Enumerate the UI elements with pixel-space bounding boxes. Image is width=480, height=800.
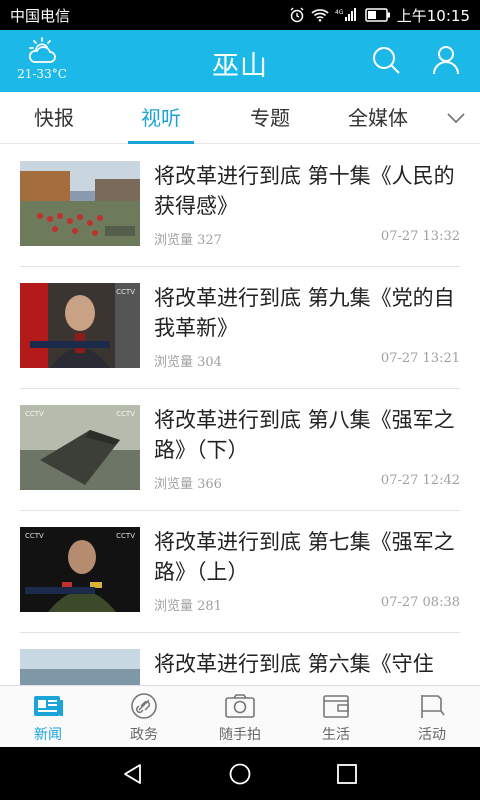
- flag-icon: [421, 695, 445, 718]
- nav-snapshot[interactable]: 随手拍: [192, 686, 288, 748]
- view-count: 浏览量 281: [154, 599, 222, 614]
- carrier-label: 中国电信: [10, 6, 71, 25]
- tab-shiting[interactable]: 视听: [128, 92, 194, 144]
- nav-government[interactable]: 政务: [96, 686, 192, 748]
- news-icon: [34, 696, 63, 716]
- nav-life[interactable]: 生活: [288, 686, 384, 748]
- publish-time: 07-27 13:32: [380, 229, 460, 244]
- search-icon: [373, 47, 400, 74]
- camera-icon: [225, 694, 255, 718]
- nav-label: 活动: [418, 727, 446, 743]
- article-item[interactable]: CCTV CCTV 将改革进行到底 第八集《强军之路》（下） 浏览量 366 0…: [20, 389, 460, 511]
- article-thumbnail: [20, 161, 140, 246]
- view-count: 浏览量 304: [154, 355, 222, 370]
- cctv-logo: CCTV: [116, 410, 135, 418]
- search-button[interactable]: [370, 44, 402, 76]
- alarm-icon: [289, 7, 305, 23]
- status-bar: 中国电信 4G 上午10:15: [0, 0, 480, 30]
- tabs-expand-button[interactable]: [444, 106, 468, 130]
- tab-zhuanti[interactable]: 专题: [240, 92, 300, 144]
- recents-icon: [337, 764, 357, 784]
- article-meta: 浏览量 304 07-27 13:21: [154, 351, 460, 370]
- view-count: 浏览量 366: [154, 477, 222, 492]
- article-item[interactable]: 将改革进行到底 第十集《人民的获得感》 浏览量 327 07-27 13:32: [20, 145, 460, 267]
- app-header: 21-33°C 巫山: [0, 30, 480, 92]
- article-meta: 浏览量 281 07-27 08:38: [154, 595, 460, 614]
- home-button[interactable]: [228, 762, 252, 786]
- article-thumbnail: CCTV: [20, 283, 140, 368]
- battery-icon: [365, 8, 391, 22]
- article-meta: 浏览量 327 07-27 13:32: [154, 229, 460, 248]
- publish-time: 07-27 12:42: [380, 473, 460, 488]
- article-title[interactable]: 将改革进行到底 第八集《强军之路》（下）: [154, 405, 460, 465]
- category-tabs: 快报 视听 专题 全媒体: [0, 92, 480, 144]
- page-title: 巫山: [212, 51, 268, 82]
- article-thumbnail: CCTV CCTV: [20, 405, 140, 490]
- home-icon: [229, 763, 251, 785]
- view-count: 浏览量 327: [154, 233, 222, 248]
- tab-quanmeiti[interactable]: 全媒体: [342, 92, 414, 144]
- nav-label: 生活: [322, 727, 350, 743]
- article-thumbnail: CCTV CCTV: [20, 527, 140, 612]
- signal-icon: 4G: [335, 8, 359, 22]
- article-title[interactable]: 将改革进行到底 第七集《强军之路》（上）: [154, 527, 460, 587]
- tab-kuaibao[interactable]: 快报: [24, 92, 84, 144]
- user-profile-button[interactable]: [430, 44, 462, 76]
- article-meta: 浏览量 366 07-27 12:42: [154, 473, 460, 492]
- user-icon: [433, 46, 459, 75]
- system-navigation-bar: [0, 747, 480, 800]
- cctv-logo: CCTV: [116, 288, 135, 296]
- article-title[interactable]: 将改革进行到底 第六集《守住: [154, 649, 460, 679]
- article-title[interactable]: 将改革进行到底 第九集《党的自我革新》: [154, 283, 460, 343]
- article-title[interactable]: 将改革进行到底 第十集《人民的获得感》: [154, 161, 460, 221]
- chevron-down-icon: [447, 113, 465, 124]
- back-button[interactable]: [121, 762, 145, 786]
- article-thumbnail: [20, 649, 140, 685]
- nav-label: 新闻: [34, 727, 62, 743]
- status-icons: 4G 上午10:15: [289, 5, 470, 26]
- cctv-logo: CCTV: [116, 532, 135, 540]
- government-icon: [131, 693, 157, 719]
- nav-label: 政务: [130, 727, 158, 743]
- clock-label: 上午10:15: [396, 6, 470, 25]
- article-list: 将改革进行到底 第十集《人民的获得感》 浏览量 327 07-27 13:32 …: [0, 145, 480, 685]
- article-item[interactable]: CCTV CCTV 将改革进行到底 第七集《强军之路》（上） 浏览量 281 0…: [20, 511, 460, 633]
- cctv-logo: CCTV: [25, 532, 44, 540]
- cctv-logo: CCTV: [25, 410, 44, 418]
- article-item[interactable]: CCTV 将改革进行到底 第九集《党的自我革新》 浏览量 304 07-27 1…: [20, 267, 460, 389]
- nav-activity[interactable]: 活动: [384, 686, 480, 748]
- back-icon: [124, 764, 141, 784]
- recents-button[interactable]: [335, 762, 359, 786]
- nav-label: 随手拍: [219, 727, 261, 743]
- publish-time: 07-27 08:38: [380, 595, 460, 610]
- wifi-icon: [311, 8, 329, 22]
- svg-text:4G: 4G: [335, 9, 344, 16]
- nav-news[interactable]: 新闻: [0, 686, 96, 748]
- wallet-icon: [323, 695, 349, 718]
- article-item[interactable]: 将改革进行到底 第六集《守住: [20, 633, 460, 685]
- bottom-navigation: 新闻 政务 随手拍 生活 活动: [0, 685, 480, 747]
- publish-time: 07-27 13:21: [380, 351, 460, 366]
